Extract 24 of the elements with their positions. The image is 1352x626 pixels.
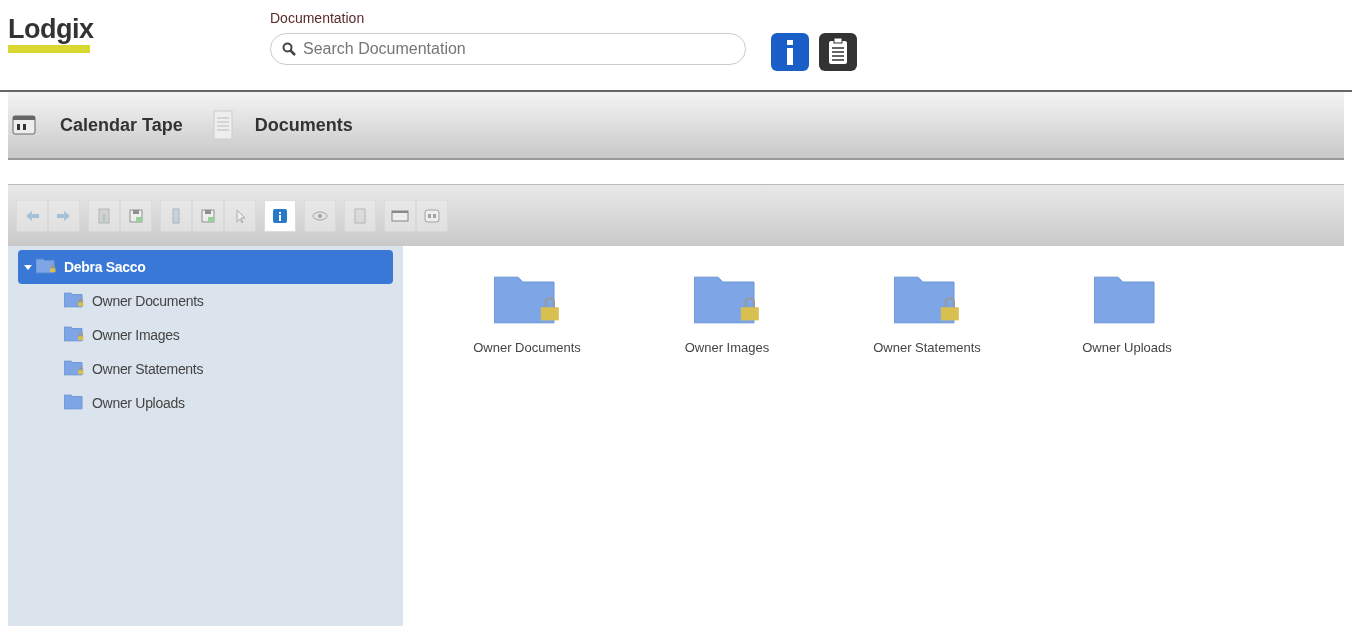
info-icon — [271, 206, 289, 225]
clipboard-icon[interactable] — [818, 32, 858, 72]
search-field[interactable]: Search Documentation — [270, 33, 746, 65]
expanded-caret-icon[interactable] — [24, 263, 32, 271]
folder-item[interactable]: Owner Uploads — [1027, 270, 1227, 626]
info-icon[interactable] — [770, 32, 810, 72]
tree-item[interactable]: Owner Uploads — [18, 386, 393, 420]
nav-tab[interactable]: Documents — [248, 110, 359, 140]
toolbar-button[interactable] — [264, 199, 296, 232]
folder-item[interactable]: Owner Images — [627, 270, 827, 626]
calendar-icon — [12, 113, 38, 137]
logo[interactable]: Lodgix — [8, 16, 94, 43]
preview-icon — [423, 206, 441, 225]
tree-item[interactable]: Owner Images — [18, 318, 393, 352]
document-icon — [212, 110, 233, 140]
nav-tab[interactable]: Calendar Tape — [54, 110, 189, 140]
tree-item[interactable]: Debra Sacco — [18, 250, 393, 284]
folder-item[interactable]: Owner Statements — [827, 270, 1027, 626]
tree-item[interactable]: Owner Statements — [18, 352, 393, 386]
folder-item[interactable]: Owner Documents — [427, 270, 627, 626]
document-icon — [95, 206, 113, 225]
search-label: Documentation — [270, 9, 366, 28]
tree-item[interactable]: Owner Documents — [18, 284, 393, 318]
document-icon — [351, 206, 369, 225]
